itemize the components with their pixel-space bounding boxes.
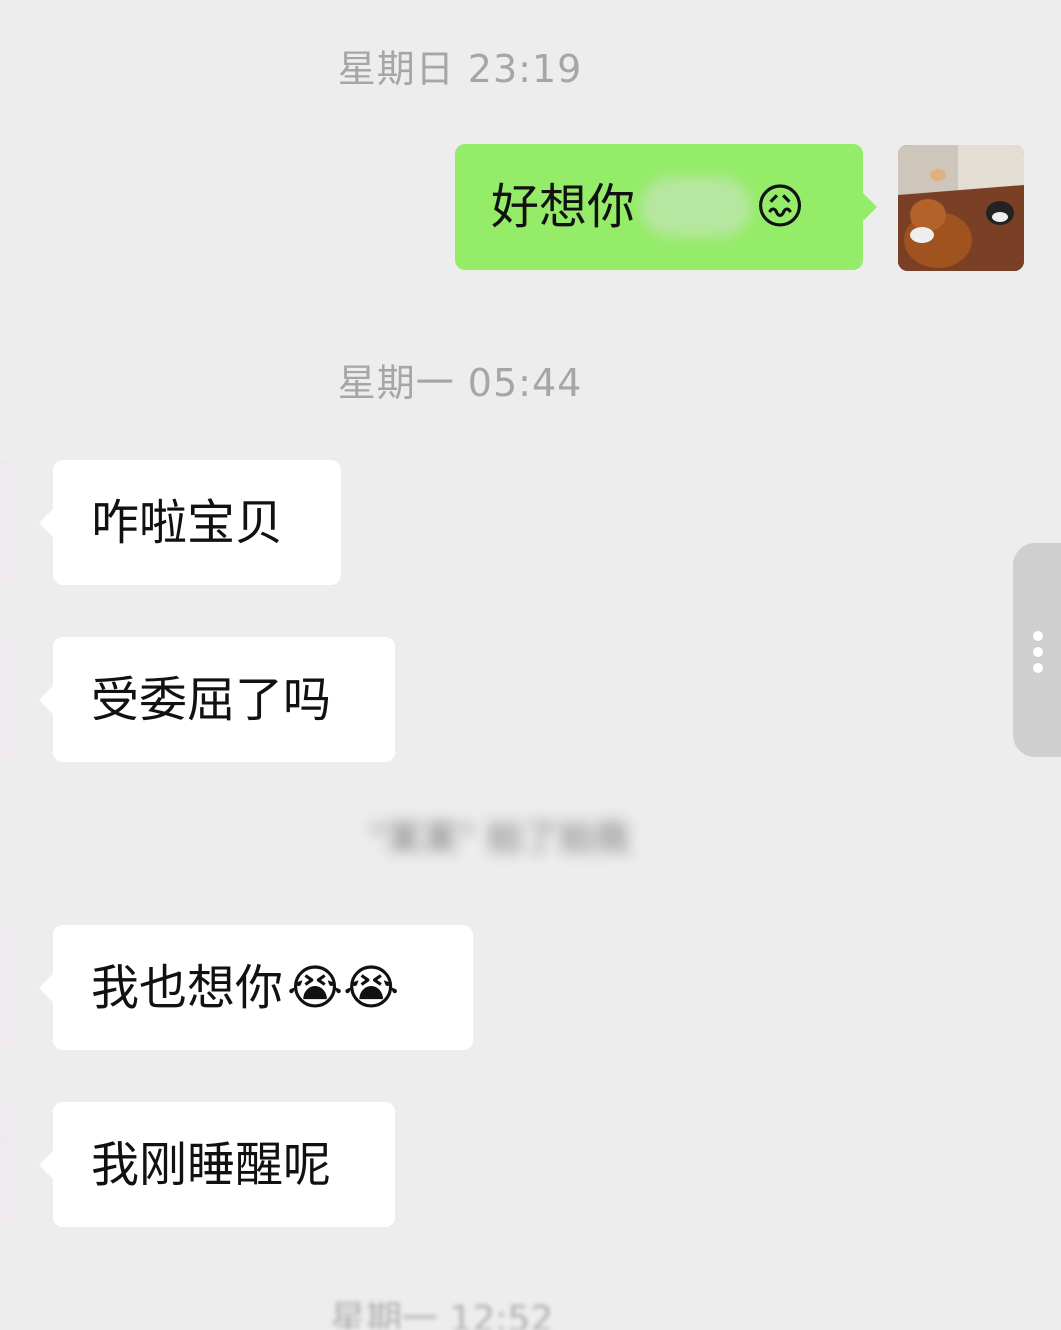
- received-message-bubble[interactable]: 我也想你 😭😭: [53, 925, 473, 1050]
- contact-avatar[interactable]: [0, 925, 16, 1049]
- system-notice-text: "某某" 拍了拍我: [369, 818, 631, 859]
- blurred-name: [641, 177, 752, 237]
- self-avatar[interactable]: [898, 145, 1024, 271]
- received-message-text: 我刚睡醒呢: [91, 1136, 332, 1193]
- received-message-bubble[interactable]: 我刚睡醒呢: [53, 1102, 395, 1227]
- received-message-text: 咋啦宝贝: [91, 494, 284, 551]
- received-message-bubble[interactable]: 咋啦宝贝: [53, 460, 341, 585]
- received-message-text: 我也想你: [91, 959, 284, 1016]
- sent-message-bubble[interactable]: 好想你 😖: [455, 144, 863, 270]
- more-vertical-icon: [1033, 631, 1043, 641]
- contact-avatar[interactable]: [0, 460, 16, 584]
- contact-avatar[interactable]: [0, 1102, 16, 1226]
- system-notice: "某某" 拍了拍我: [210, 790, 790, 880]
- received-message-bubble[interactable]: 受委屈了吗: [53, 637, 395, 762]
- side-more-handle[interactable]: [1013, 543, 1061, 757]
- crying-emoji: 😭😭: [287, 959, 400, 1016]
- sent-message-emoji: 😖: [755, 179, 806, 235]
- dog-photo-avatar: [898, 145, 1024, 271]
- sent-message-text: 好想你: [491, 179, 636, 235]
- timestamp: 星期一 05:44: [337, 361, 583, 405]
- contact-avatar[interactable]: [0, 637, 16, 761]
- timestamp: 星期日 23:19: [337, 47, 583, 91]
- received-message-text: 受委屈了吗: [91, 671, 332, 728]
- partial-timestamp: 星期一 12:52: [330, 1299, 554, 1330]
